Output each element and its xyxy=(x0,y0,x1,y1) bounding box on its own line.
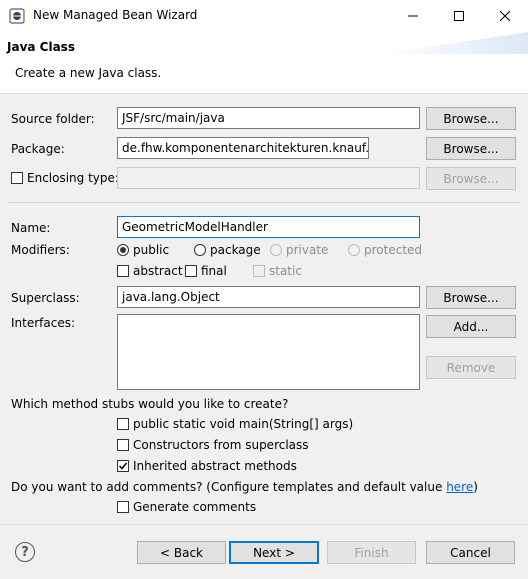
back-button[interactable]: < Back xyxy=(137,541,226,564)
enclosing-type-checkbox[interactable] xyxy=(11,172,23,184)
footer-separator xyxy=(0,524,528,525)
package-label: Package: xyxy=(11,142,65,156)
method-stubs-question: Which method stubs would you like to cre… xyxy=(11,397,289,411)
minimize-icon xyxy=(408,15,418,17)
window-title: New Managed Bean Wizard xyxy=(33,8,198,22)
modifier-private-label: private xyxy=(286,243,329,257)
abstract-label: abstract xyxy=(133,264,183,278)
final-checkbox[interactable] xyxy=(185,265,197,277)
source-folder-field[interactable]: JSF/src/main/java xyxy=(117,107,420,129)
modifier-package-radio[interactable] xyxy=(194,244,206,256)
enclosing-type-browse-button: Browse... xyxy=(426,167,516,190)
modifiers-label: Modifiers: xyxy=(11,243,70,257)
main-method-checkbox[interactable] xyxy=(117,418,129,430)
abstract-checkbox[interactable] xyxy=(117,265,129,277)
page-title: Java Class xyxy=(7,40,75,54)
package-field[interactable]: de.fhw.komponentenarchitekturen.knauf.js… xyxy=(117,137,369,159)
modifier-protected-radio xyxy=(348,244,360,256)
maximize-button[interactable] xyxy=(436,0,482,32)
generate-comments-checkbox[interactable] xyxy=(117,501,129,513)
comments-question: Do you want to add comments? (Configure … xyxy=(11,480,478,494)
next-button[interactable]: Next > xyxy=(229,541,319,564)
name-label: Name: xyxy=(11,221,51,235)
generate-comments-label: Generate comments xyxy=(133,500,257,514)
eclipse-app-icon xyxy=(9,8,25,24)
comments-question-text: Do you want to add comments? (Configure … xyxy=(11,480,447,494)
package-browse-button[interactable]: Browse... xyxy=(426,137,516,160)
constructors-label: Constructors from superclass xyxy=(133,438,309,452)
name-field[interactable]: GeometricModelHandler xyxy=(117,216,420,238)
static-label: static xyxy=(269,264,302,278)
main-method-label: public static void main(String[] args) xyxy=(133,417,354,431)
static-checkbox xyxy=(253,265,265,277)
checkmark-icon xyxy=(118,462,128,470)
modifier-public-radio[interactable] xyxy=(117,244,129,256)
interfaces-add-button[interactable]: Add... xyxy=(426,315,516,338)
separator xyxy=(7,202,521,203)
superclass-label: Superclass: xyxy=(11,291,80,305)
interfaces-remove-button: Remove xyxy=(426,356,516,379)
configure-templates-link[interactable]: here xyxy=(446,480,473,494)
comments-question-close: ) xyxy=(473,480,478,494)
superclass-field[interactable]: java.lang.Object xyxy=(117,286,420,308)
header-banner-graphic xyxy=(380,32,528,54)
source-folder-browse-button[interactable]: Browse... xyxy=(426,107,516,130)
close-button[interactable] xyxy=(482,0,528,32)
enclosing-type-field xyxy=(117,167,420,189)
enclosing-type-label: Enclosing type: xyxy=(27,171,119,185)
interfaces-label: Interfaces: xyxy=(11,316,76,330)
modifier-protected-label: protected xyxy=(364,243,423,257)
inherited-methods-label: Inherited abstract methods xyxy=(133,459,297,473)
interfaces-list[interactable] xyxy=(117,314,420,390)
finish-button: Finish xyxy=(327,541,416,564)
superclass-browse-button[interactable]: Browse... xyxy=(426,286,516,309)
maximize-icon xyxy=(454,11,464,21)
cancel-button[interactable]: Cancel xyxy=(426,541,515,564)
modifier-public-label: public xyxy=(133,243,170,257)
final-label: final xyxy=(201,264,227,278)
constructors-checkbox[interactable] xyxy=(117,439,129,451)
source-folder-label: Source folder: xyxy=(11,112,95,126)
page-subtitle: Create a new Java class. xyxy=(15,66,162,80)
modifier-private-radio xyxy=(270,244,282,256)
minimize-button[interactable] xyxy=(390,0,436,32)
help-icon[interactable]: ? xyxy=(15,542,35,562)
inherited-methods-checkbox[interactable] xyxy=(117,460,129,472)
close-icon xyxy=(500,11,510,21)
modifier-package-label: package xyxy=(210,243,261,257)
